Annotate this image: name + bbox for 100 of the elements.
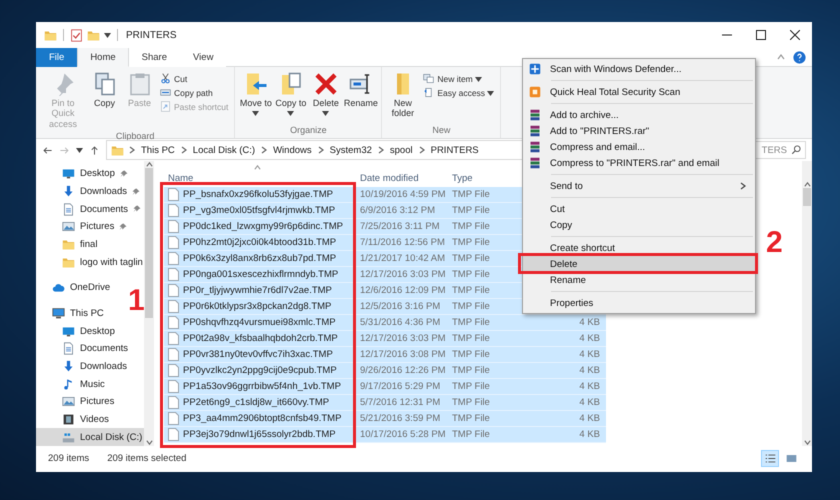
document-icon — [62, 202, 75, 216]
file-icon — [168, 316, 179, 329]
desktop-icon — [62, 324, 75, 338]
scrollbar[interactable] — [802, 161, 812, 446]
sidebar-item[interactable]: Desktop — [36, 165, 144, 183]
breadcrumb[interactable]: PRINTERS — [430, 144, 480, 156]
menu-item[interactable]: Scan with Windows Defender... — [523, 61, 755, 77]
type-cell-text: TMP File — [452, 381, 491, 392]
ribbon-command[interactable]: Copy path — [158, 86, 230, 99]
date-cell-text: 7/25/2016 3:11 PM — [360, 221, 441, 232]
sidebar-item[interactable]: Videos — [36, 410, 144, 428]
sidebar-item[interactable]: Documents — [36, 200, 144, 218]
pin-icon — [133, 205, 142, 214]
date-cell-text: 5/31/2016 4:36 PM — [360, 317, 442, 328]
customize-caret-icon — [104, 32, 111, 38]
date-cell-text: 5/7/2016 12:31 PM — [360, 397, 442, 408]
clipboard-icon — [128, 72, 152, 96]
caret-icon — [322, 111, 330, 116]
file-row[interactable]: PP0yvzlkc2yn2ppg9cij0e9cpub.TMP 9/26/2016 12:26 PM TMP File 4 KB — [164, 363, 606, 379]
column-header[interactable]: Date modified — [360, 173, 452, 184]
date-cell-text: 9/17/2016 5:29 PM — [360, 381, 442, 392]
sidebar-item[interactable]: logo with taglin — [36, 253, 144, 272]
details-view-button[interactable] — [761, 450, 779, 467]
ribbon-command[interactable]: Copy to — [274, 70, 308, 125]
scrollbar-thumb[interactable] — [145, 168, 153, 318]
column-header[interactable]: Type — [452, 173, 502, 184]
annotation-number: 2 — [766, 228, 783, 258]
file-row[interactable]: PP2et6ng9_c1sldj8w_it660vy.TMP 5/7/2016 12:31 PM TMP File 4 KB — [164, 395, 606, 411]
file-name: PP0k6x3zyl8anx8rb6zx8ub7pd.TMP — [183, 253, 336, 264]
file-row[interactable]: PP3_aa4mm2906btopt8cnfsb49.TMP 5/21/2016 3:59 PM TMP File 4 KB — [164, 411, 606, 427]
type-cell-text: TMP File — [452, 253, 491, 264]
breadcrumb-chevron-icon — [316, 146, 325, 154]
date-cell-text: 9/26/2016 12:26 PM — [360, 365, 447, 376]
type-cell-text: TMP File — [452, 413, 491, 424]
ribbon-tab[interactable]: Home — [77, 48, 129, 67]
back-arrow-icon[interactable] — [42, 144, 53, 156]
size-cell-text: 4 KB — [578, 365, 601, 376]
size-cell-text: 4 KB — [578, 333, 601, 344]
type-cell-text: TMP File — [452, 429, 491, 440]
ribbon-command[interactable]: Rename — [344, 70, 378, 125]
cloud-icon — [52, 281, 65, 294]
breadcrumb[interactable]: spool — [388, 144, 414, 156]
file-row[interactable]: PP0t2a98v_kfsbaalhqbdoh2crb.TMP 12/17/2016 3:03 PM TMP File 4 KB — [164, 331, 606, 347]
file-icon — [168, 188, 179, 201]
film-icon — [62, 413, 75, 426]
ribbon-command[interactable]: Easy access — [421, 86, 496, 99]
menu-item[interactable]: Add to "PRINTERS.rar" — [523, 123, 755, 139]
sidebar-item[interactable]: Local Disk (C:) — [36, 428, 144, 446]
sort-caret-icon — [254, 164, 261, 171]
picture-icon — [62, 220, 75, 234]
ribbon-command[interactable]: Cut — [158, 72, 230, 85]
file-icon — [168, 412, 179, 425]
ribbon-command[interactable]: New item — [421, 72, 496, 85]
help-icon[interactable] — [793, 50, 806, 64]
file-name: PP0nga001sxescezhixflrmndyb.TMP — [183, 269, 338, 280]
type-cell-text: TMP File — [452, 349, 491, 360]
ribbon-command[interactable]: Copy — [88, 70, 121, 132]
date-cell-text: 6/9/2016 3:12 PM — [360, 205, 436, 216]
file-icon — [168, 396, 179, 409]
breadcrumb[interactable]: Local Disk (C:) — [192, 144, 256, 156]
sidebar-item[interactable]: Downloads — [36, 182, 144, 200]
sidebar-item[interactable]: Documents — [36, 340, 144, 358]
file-name: PP3_aa4mm2906btopt8cnfsb49.TMP — [183, 413, 342, 424]
menu-item[interactable]: Add to archive... — [523, 107, 755, 123]
ribbon-command[interactable]: Move to — [239, 70, 272, 125]
file-name: PP1a53ov96ggrrbibw5f4nh_1vb.TMP — [183, 381, 341, 392]
date-cell-text: 7/11/2016 12:56 PM — [360, 237, 446, 248]
sidebar-item[interactable]: Pictures — [36, 393, 144, 411]
file-row[interactable]: PP0shqvfhzq4vursmuei98xmlc.TMP 5/31/2016 4:36 PM TMP File 4 KB — [164, 315, 606, 331]
group-label: New — [431, 125, 452, 137]
type-cell-text: TMP File — [452, 397, 491, 408]
sidebar-item[interactable]: Music — [36, 375, 144, 394]
file-name: PP0hz2mt0j2jxc0i0k4btood31b.TMP — [183, 237, 336, 248]
easy-access-icon — [423, 87, 434, 98]
file-row[interactable]: PP3ej3o79dnwl1j65ssolyr2bdb.TMP 10/17/2016 5:28 PM TMP File 4 KB — [164, 427, 606, 443]
scrollbar[interactable] — [144, 161, 154, 446]
breadcrumb-chevron-icon — [260, 146, 268, 154]
window-title: PRINTERS — [126, 30, 177, 40]
file-row[interactable]: PP1a53ov96ggrrbibw5f4nh_1vb.TMP 9/17/2016 5:29 PM TMP File 4 KB — [164, 379, 606, 395]
file-row[interactable]: PP0vr381ny0tev0vffvc7ih3xac.TMP 12/17/2016 3:08 PM TMP File 4 KB — [164, 347, 606, 363]
date-cell-text: 12/6/2016 12:09 PM — [360, 285, 447, 296]
breadcrumb[interactable]: Windows — [272, 144, 313, 156]
ribbon-command[interactable]: Delete — [309, 70, 342, 125]
breadcrumb[interactable]: System32 — [328, 144, 373, 156]
properties-check-icon[interactable] — [70, 28, 83, 42]
sidebar-item[interactable]: final — [36, 236, 144, 254]
ribbon-command[interactable]: New folder — [386, 70, 420, 125]
column-header[interactable]: Name — [164, 173, 360, 184]
breadcrumb[interactable]: This PC — [140, 144, 176, 156]
type-cell-text: TMP File — [452, 301, 491, 312]
scrollbar-thumb[interactable] — [803, 188, 811, 206]
sidebar-item[interactable]: Desktop — [36, 322, 144, 340]
sidebar-item[interactable]: Downloads — [36, 358, 144, 376]
menu-item[interactable]: Quick Heal Total Security Scan — [523, 84, 755, 100]
folder-icon — [87, 28, 100, 42]
sidebar-item[interactable]: Pictures — [36, 218, 144, 236]
ribbon-tab[interactable]: File — [36, 48, 78, 67]
date-cell-text: 12/17/2016 3:08 PM — [360, 349, 447, 360]
menu-item[interactable]: Delete — [523, 256, 755, 272]
up-arrow-icon[interactable] — [89, 144, 100, 156]
